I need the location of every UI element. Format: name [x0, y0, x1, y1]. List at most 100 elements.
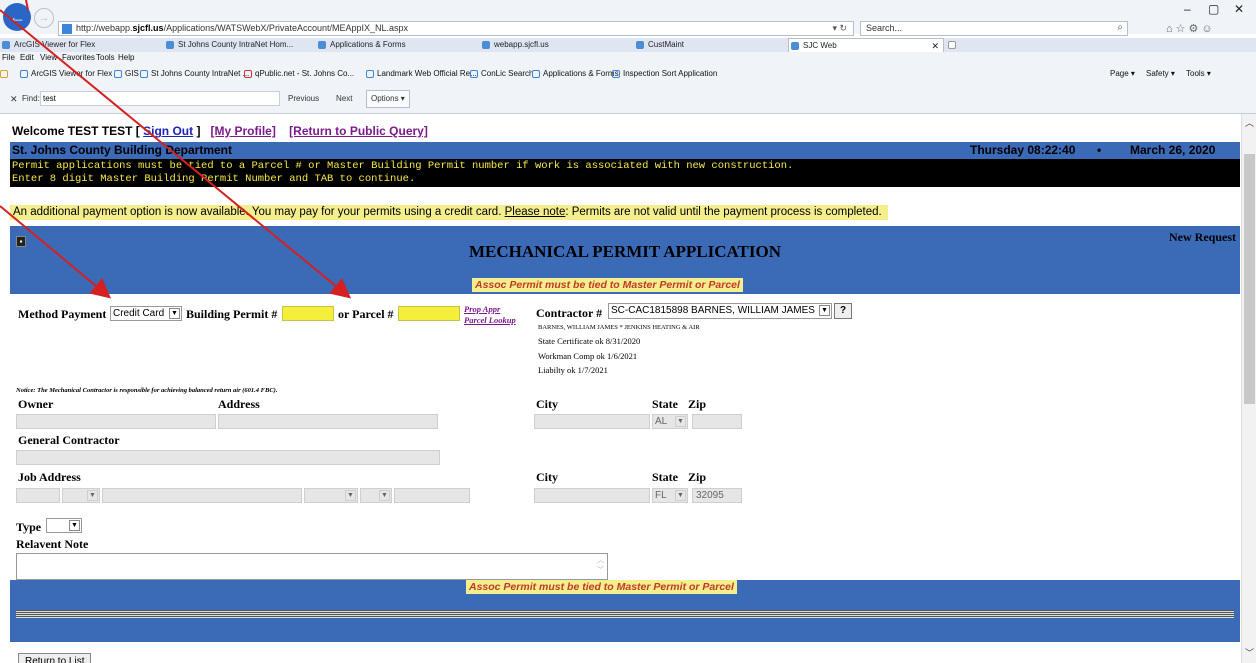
permit-notice: Permit applications must be tied to a Pa…: [10, 159, 1240, 187]
menu-file[interactable]: File: [2, 53, 15, 62]
find-bar: ✕ Find: Previous Next Options ▾: [0, 84, 1256, 114]
tab-favicon-icon: [318, 41, 326, 49]
job-city-input[interactable]: [534, 488, 650, 503]
job-house-number-input[interactable]: [16, 488, 60, 503]
chevron-down-icon: ▼: [345, 490, 356, 501]
chevron-down-icon: ▼: [69, 520, 80, 531]
textarea-scroll-icon[interactable]: ︿ ﹀: [596, 556, 605, 577]
find-label: Find:: [22, 94, 40, 103]
find-previous-button[interactable]: Previous: [288, 94, 319, 103]
page-icon: [532, 70, 540, 78]
job-street-type-select[interactable]: ▼: [304, 488, 358, 503]
contractor-select[interactable]: SC-CAC1815898 BARNES, WILLIAM JAMES ▼: [608, 303, 832, 319]
maximize-icon[interactable]: ▢: [1208, 2, 1219, 16]
menu-tools[interactable]: Tools: [96, 53, 115, 62]
tab-webapp[interactable]: webapp.sjcfl.us: [480, 38, 630, 52]
scroll-up-icon[interactable]: ︿: [1245, 116, 1254, 129]
back-arrow-icon[interactable]: ←: [3, 3, 31, 31]
tab-arcgis[interactable]: ArcGIS Viewer for Flex: [0, 38, 150, 52]
tab-intranet[interactable]: St Johns County IntraNet Hom...: [164, 38, 314, 52]
chevron-down-icon: ▼: [675, 490, 686, 501]
toolbar-home-star-gear-icons[interactable]: ⌂☆⚙☺: [1166, 22, 1216, 35]
tab-applications-forms[interactable]: Applications & Forms: [316, 38, 466, 52]
browser-tab-strip: ArcGIS Viewer for Flex St Johns County I…: [0, 38, 1256, 52]
job-suffix-select[interactable]: ▼: [360, 488, 392, 503]
building-permit-label: Building Permit #: [186, 307, 278, 321]
close-find-icon[interactable]: ✕: [10, 94, 18, 105]
menu-favorites[interactable]: Favorites: [62, 53, 95, 62]
job-direction-select[interactable]: ▼: [62, 488, 100, 503]
fav-conlic[interactable]: ConLic Search: [470, 69, 533, 78]
fav-arcgis[interactable]: ArcGIS Viewer for Flex: [20, 69, 112, 78]
fav-qpublic[interactable]: qPublic.net - St. Johns Co...: [244, 69, 354, 78]
page-favicon-icon: [62, 24, 72, 34]
owner-zip-input[interactable]: [692, 414, 742, 429]
prop-appr-link[interactable]: Prop Appr: [464, 304, 500, 314]
cmd-tools[interactable]: Tools ▾: [1186, 69, 1211, 78]
owner-city-input[interactable]: [534, 414, 650, 429]
job-state-select[interactable]: FL ▼: [652, 488, 688, 503]
current-date: March 26, 2020: [1130, 143, 1216, 157]
job-state-label: State: [652, 470, 678, 484]
method-payment-select[interactable]: Credit Card ▼: [110, 306, 182, 321]
search-icon[interactable]: ⌕: [1117, 22, 1123, 33]
day-time: Thursday 08:22:40: [970, 143, 1076, 157]
owner-input[interactable]: [16, 414, 216, 429]
new-tab-square-icon: [948, 41, 956, 49]
form-footer-panel: Assoc Permit must be tied to Master Perm…: [10, 580, 1240, 642]
tab-sjc-web[interactable]: SJC Web ✕: [788, 38, 944, 52]
type-select[interactable]: ▼: [46, 518, 82, 533]
find-input[interactable]: [40, 91, 280, 106]
general-contractor-input[interactable]: [16, 450, 440, 465]
address-bar[interactable]: http://webapp.sjcfl.us/Applications/WATS…: [58, 21, 854, 36]
parcel-input[interactable]: [398, 306, 460, 321]
job-unit-input[interactable]: [394, 488, 470, 503]
contractor-help-button[interactable]: ?: [834, 303, 852, 319]
footer-divider: [16, 610, 1234, 618]
fav-landmark[interactable]: Landmark Web Official Re...: [366, 69, 477, 78]
relavent-note-textarea[interactable]: ︿ ﹀: [16, 553, 608, 580]
welcome-line: Welcome TEST TEST [ Sign Out ] [My Profi…: [12, 124, 428, 138]
mechanical-notice: Notice: The Mechanical Contractor is res…: [16, 387, 278, 394]
cmd-page[interactable]: Page ▾: [1110, 69, 1135, 78]
tab-close-icon[interactable]: ✕: [931, 39, 939, 52]
tab-custmaint[interactable]: CustMaint: [634, 38, 784, 52]
close-window-icon[interactable]: ✕: [1234, 2, 1244, 16]
job-street-input[interactable]: [102, 488, 302, 503]
scrollbar-thumb[interactable]: [1244, 154, 1255, 404]
contractor-label: Contractor #: [536, 306, 603, 320]
parcel-lookup-link[interactable]: Parcel Lookup: [464, 315, 516, 325]
fav-inspection-sort[interactable]: Inspection Sort Application: [612, 69, 717, 78]
find-next-button[interactable]: Next: [336, 94, 352, 103]
menu-view[interactable]: View: [40, 53, 57, 62]
forward-arrow-icon[interactable]: →: [34, 8, 54, 28]
return-to-list-button[interactable]: Return to List: [18, 653, 92, 663]
menu-edit[interactable]: Edit: [20, 53, 34, 62]
refresh-icon[interactable]: ▾ ↻: [832, 23, 847, 34]
my-profile-link[interactable]: [My Profile]: [210, 124, 275, 138]
browser-search-input[interactable]: Search... ⌕: [860, 21, 1128, 36]
return-public-query-link[interactable]: [Return to Public Query]: [289, 124, 428, 138]
find-options-button[interactable]: Options ▾: [366, 90, 410, 108]
owner-state-select[interactable]: AL ▼: [652, 414, 688, 429]
owner-address-input[interactable]: [218, 414, 438, 429]
menu-help[interactable]: Help: [118, 53, 134, 62]
new-tab-icon[interactable]: [946, 38, 960, 52]
department-name: St. Johns County Building Department: [12, 143, 233, 157]
state-label: State: [652, 397, 678, 411]
job-zip-input[interactable]: 32095: [692, 488, 742, 503]
minimize-icon[interactable]: –: [1184, 2, 1191, 16]
fav-applications-forms[interactable]: Applications & Forms: [532, 69, 619, 78]
job-zip-label: Zip: [688, 470, 707, 484]
sign-out-link[interactable]: Sign Out: [143, 124, 193, 138]
scroll-down-icon[interactable]: ﹀: [1245, 646, 1254, 659]
form-title: MECHANICAL PERMIT APPLICATION: [468, 242, 781, 261]
page-icon: [366, 70, 374, 78]
fav-gis[interactable]: GIS: [114, 69, 139, 78]
page-scrollbar[interactable]: ︿ ﹀: [1241, 114, 1256, 663]
page-icon: [244, 70, 252, 78]
building-permit-input[interactable]: [282, 306, 334, 321]
fav-intranet[interactable]: St Johns County IntraNet ...: [140, 69, 249, 78]
general-contractor-label: General Contractor: [18, 433, 120, 447]
cmd-safety[interactable]: Safety ▾: [1146, 69, 1175, 78]
